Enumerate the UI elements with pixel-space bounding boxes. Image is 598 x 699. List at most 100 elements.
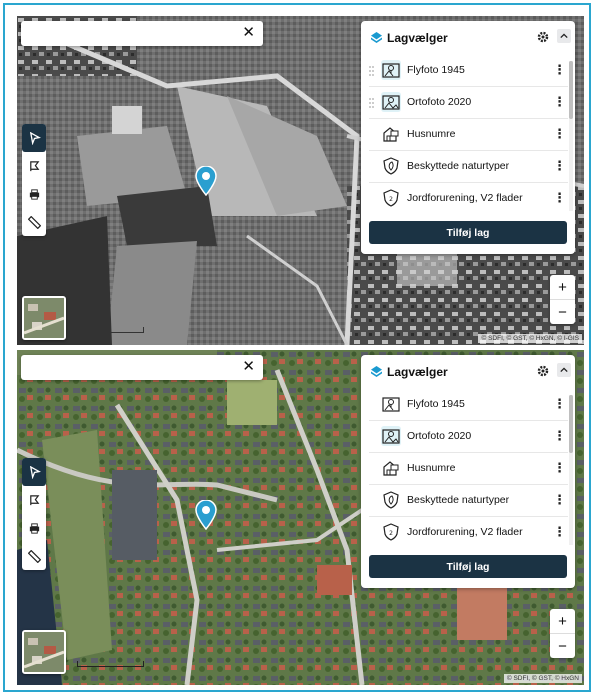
add-layer-button[interactable]: Tilføj lag — [369, 221, 567, 244]
more-options-button[interactable]: ⋮ — [553, 63, 566, 77]
more-options-button[interactable]: ⋮ — [553, 397, 566, 411]
ruler-icon — [27, 215, 41, 229]
svg-text:2: 2 — [389, 196, 393, 203]
layer-label: Jordforurening, V2 flader — [407, 526, 523, 538]
add-layer-button[interactable]: Tilføj lag — [369, 555, 567, 578]
layers-logo-icon — [371, 366, 382, 377]
soil-pollution-icon: 2 — [381, 188, 401, 208]
layer-item[interactable]: Flyfoto 1945 ⋮ — [369, 389, 568, 421]
chevron-up-icon — [560, 33, 568, 39]
zoom-in-button[interactable]: + — [550, 609, 575, 633]
polygon-icon — [29, 160, 39, 171]
zoom-out-button[interactable]: − — [550, 299, 575, 324]
layer-item[interactable]: Husnumre ⋮ — [369, 453, 568, 485]
layer-label: Ortofoto 2020 — [407, 96, 472, 108]
print-tool-button[interactable] — [22, 180, 46, 208]
layer-picker-title: Lagvælger — [387, 365, 448, 379]
layers-logo-icon — [371, 32, 382, 43]
layer-label: Husnumre — [407, 462, 456, 474]
print-tool-button[interactable] — [22, 514, 46, 542]
measure-tool-button[interactable] — [22, 542, 46, 570]
more-options-button[interactable]: ⋮ — [553, 191, 566, 205]
svg-text:2: 2 — [389, 530, 393, 537]
layer-label: Jordforurening, V2 flader — [407, 192, 523, 204]
basemap-switcher[interactable] — [22, 630, 66, 674]
nature-protection-icon — [381, 490, 401, 510]
more-options-button[interactable]: ⋮ — [553, 525, 566, 539]
layer-item[interactable]: Ortofoto 2020 ⋮ — [369, 87, 568, 119]
drag-handle-icon[interactable] — [369, 98, 374, 108]
select-tool-button[interactable] — [22, 458, 46, 486]
house-number-icon — [381, 458, 401, 478]
layer-label: Beskyttede naturtyper — [407, 494, 510, 506]
search-input[interactable] — [21, 21, 247, 46]
search-box: ✕ — [21, 21, 263, 46]
zoom-in-button[interactable]: + — [550, 275, 575, 299]
layer-picker-title: Lagvælger — [387, 31, 448, 45]
draw-polygon-tool-button[interactable] — [22, 152, 46, 180]
layer-item[interactable]: 2 Jordforurening, V2 flader ⋮ — [369, 183, 568, 211]
map-panel-2020: ✕ Lagvælger Flyfoto 1945 ⋮ Ortofoto 2020… — [17, 350, 584, 685]
layer-item[interactable]: Ortofoto 2020 ⋮ — [369, 421, 568, 453]
more-options-button[interactable]: ⋮ — [553, 493, 566, 507]
collapse-panel-button[interactable] — [557, 29, 571, 43]
location-pin-icon[interactable] — [195, 499, 217, 531]
search-box: ✕ — [21, 355, 263, 380]
map-attribution: © SDFI, © GST, © HxGN, © I-GIS — [478, 334, 582, 343]
gear-icon[interactable] — [537, 31, 549, 43]
nature-protection-icon — [381, 156, 401, 176]
zoom-out-button[interactable]: − — [550, 633, 575, 658]
layer-label: Flyfoto 1945 — [407, 398, 465, 410]
scale-bar — [77, 661, 144, 667]
location-pin-icon[interactable] — [195, 165, 217, 197]
house-number-icon — [381, 124, 401, 144]
more-options-button[interactable]: ⋮ — [553, 159, 566, 173]
scale-bar — [77, 327, 144, 333]
collapse-panel-button[interactable] — [557, 363, 571, 377]
polygon-icon — [29, 494, 39, 505]
pointer-icon — [29, 465, 41, 479]
layer-list-scrollbar[interactable] — [569, 61, 573, 211]
layer-label: Husnumre — [407, 128, 456, 140]
more-options-button[interactable]: ⋮ — [553, 461, 566, 475]
print-icon — [29, 188, 39, 200]
layer-item[interactable]: Beskyttede naturtyper ⋮ — [369, 151, 568, 183]
orthophoto-icon — [381, 426, 401, 446]
layer-label: Ortofoto 2020 — [407, 430, 472, 442]
clear-search-button[interactable]: ✕ — [242, 358, 255, 376]
map-panel-1945: ✕ Lagvælger Flyfoto 1945 ⋮ Ortofoto 2020… — [17, 16, 584, 345]
layer-list: Flyfoto 1945 ⋮ Ortofoto 2020 ⋮ Husnumre … — [361, 55, 575, 211]
search-input[interactable] — [21, 355, 247, 380]
zoom-control: + − — [550, 275, 575, 324]
layer-label: Beskyttede naturtyper — [407, 160, 510, 172]
more-options-button[interactable]: ⋮ — [553, 95, 566, 109]
layer-picker-panel: Lagvælger Flyfoto 1945 ⋮ Ortofoto 2020 ⋮ — [361, 21, 575, 254]
aerial-photo-icon — [381, 394, 401, 414]
layer-list-scrollbar[interactable] — [569, 395, 573, 545]
layer-list: Flyfoto 1945 ⋮ Ortofoto 2020 ⋮ Husnumre … — [361, 389, 575, 545]
layer-picker-header: Lagvælger — [361, 355, 575, 389]
measure-tool-button[interactable] — [22, 208, 46, 236]
aerial-photo-icon — [381, 60, 401, 80]
gear-icon[interactable] — [537, 365, 549, 377]
layer-item[interactable]: Husnumre ⋮ — [369, 119, 568, 151]
print-icon — [29, 522, 39, 534]
orthophoto-icon — [381, 92, 401, 112]
zoom-control: + − — [550, 609, 575, 658]
clear-search-button[interactable]: ✕ — [242, 24, 255, 42]
layer-picker-panel: Lagvælger Flyfoto 1945 ⋮ Ortofoto 2020 ⋮… — [361, 355, 575, 588]
more-options-button[interactable]: ⋮ — [553, 127, 566, 141]
drag-handle-icon[interactable] — [369, 66, 374, 76]
select-tool-button[interactable] — [22, 124, 46, 152]
layer-item[interactable]: Beskyttede naturtyper ⋮ — [369, 485, 568, 517]
draw-polygon-tool-button[interactable] — [22, 486, 46, 514]
layer-item[interactable]: 2 Jordforurening, V2 flader ⋮ — [369, 517, 568, 545]
map-toolbar — [22, 458, 46, 570]
layer-label: Flyfoto 1945 — [407, 64, 465, 76]
map-toolbar — [22, 124, 46, 236]
basemap-switcher[interactable] — [22, 296, 66, 340]
map-attribution: © SDFI, © GST, © HxGN — [503, 674, 582, 683]
more-options-button[interactable]: ⋮ — [553, 429, 566, 443]
layer-item[interactable]: Flyfoto 1945 ⋮ — [369, 55, 568, 87]
soil-pollution-icon: 2 — [381, 522, 401, 542]
